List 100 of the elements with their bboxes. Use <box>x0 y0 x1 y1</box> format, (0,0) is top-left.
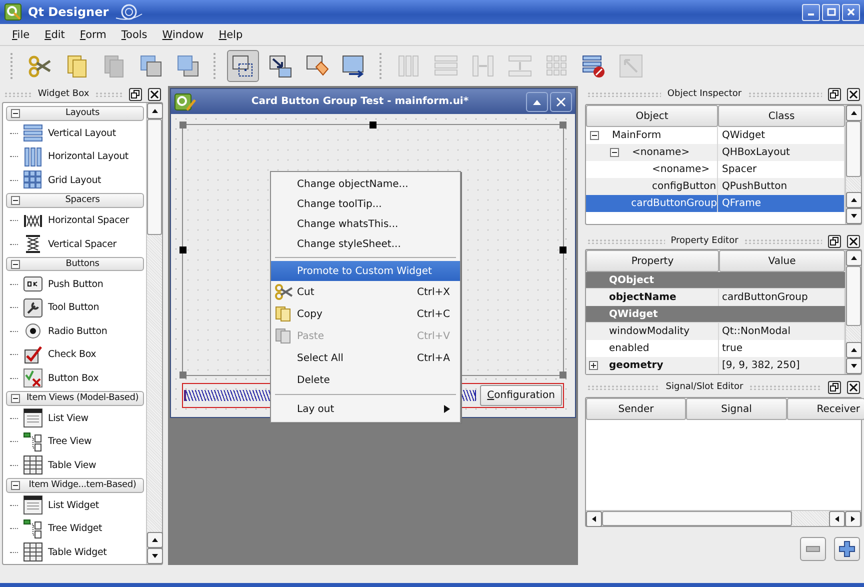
scroll-up-button[interactable] <box>147 103 163 119</box>
close-button[interactable] <box>847 88 860 100</box>
resize-handle[interactable] <box>180 246 186 254</box>
menu-item[interactable]: Lay out <box>271 398 460 420</box>
menu-item[interactable]: Copy Ctrl+C <box>271 303 460 325</box>
vertical-scrollbar[interactable] <box>845 105 861 224</box>
widget-item[interactable]: Tree View <box>6 430 144 454</box>
scroll-right-button[interactable] <box>845 511 861 527</box>
scrollbar-thumb[interactable] <box>147 119 162 235</box>
menu-item[interactable]: Form <box>72 28 114 40</box>
menu-item[interactable]: Delete <box>271 369 460 391</box>
menu-item[interactable]: Promote to Custom Widget <box>271 261 460 281</box>
scroll-up-button[interactable] <box>846 192 862 208</box>
widget-item[interactable]: Tree Widget <box>6 517 144 541</box>
menu-item[interactable]: Change objectName... <box>271 174 460 194</box>
scrollbar-thumb[interactable] <box>846 266 861 326</box>
edit-widgets-button[interactable] <box>227 50 259 82</box>
column-header[interactable]: Property <box>586 250 719 272</box>
widget-item[interactable]: Radio Button <box>6 319 144 343</box>
menu-item[interactable]: Cut Ctrl+X <box>271 281 460 303</box>
scrollbar-thumb[interactable] <box>602 511 792 526</box>
vertical-scrollbar[interactable] <box>845 250 861 374</box>
float-button[interactable] <box>828 380 841 394</box>
menu-item[interactable]: Select All Ctrl+A <box>271 347 460 369</box>
property-row[interactable]: objectName cardButtonGroup <box>586 289 845 306</box>
close-button[interactable] <box>847 380 860 394</box>
add-button[interactable] <box>834 537 860 561</box>
scroll-left-button[interactable] <box>829 511 845 527</box>
resize-handle[interactable] <box>560 122 566 128</box>
minimize-button[interactable] <box>802 4 820 20</box>
resize-handle[interactable] <box>180 122 186 128</box>
table-icon <box>23 542 43 562</box>
expander-button[interactable] <box>610 148 619 157</box>
tree-row[interactable]: <noname> QHBoxLayout <box>586 144 845 161</box>
property-row[interactable]: geometry [9, 9, 382, 250] <box>586 357 845 374</box>
remove-button[interactable] <box>800 537 826 561</box>
shade-button[interactable] <box>526 92 548 112</box>
close-button[interactable] <box>847 234 860 248</box>
scroll-down-button[interactable] <box>147 548 163 564</box>
column-header[interactable]: Value <box>719 250 845 272</box>
scroll-left-button[interactable] <box>586 511 602 527</box>
scroll-up-button[interactable] <box>846 105 862 121</box>
horizontal-scrollbar[interactable] <box>586 510 861 526</box>
tree-row[interactable]: cardButtonGroup QFrame <box>586 195 845 212</box>
category-header[interactable]: Spacers <box>6 193 144 208</box>
category-header[interactable]: Item Widge...tem-Based) <box>6 478 144 493</box>
resize-handle[interactable] <box>370 122 376 128</box>
menu-item[interactable]: Help <box>212 28 251 40</box>
scroll-up-button[interactable] <box>846 250 862 266</box>
column-header[interactable]: Receiver <box>787 398 864 420</box>
stacked-squares-icon <box>138 53 164 79</box>
property-row[interactable]: windowModality Qt::NonModal <box>586 323 845 340</box>
resize-handle[interactable] <box>560 372 566 378</box>
close-button[interactable] <box>550 92 572 112</box>
tree-row[interactable]: configButton QPushButton <box>586 178 845 195</box>
category-header[interactable]: Item Views (Model-Based) <box>6 390 144 406</box>
menu-item[interactable]: Change whatsThis... <box>271 214 460 234</box>
scroll-down-button[interactable] <box>846 358 862 374</box>
resize-handle[interactable] <box>180 372 186 378</box>
column-header[interactable]: Sender <box>586 398 686 420</box>
scrollbar-thumb[interactable] <box>846 121 861 177</box>
expander-button[interactable] <box>590 131 599 140</box>
float-button[interactable] <box>129 88 142 100</box>
menu-item[interactable]: Change toolTip... <box>271 194 460 214</box>
float-button[interactable] <box>828 88 841 100</box>
left-arrow-icon <box>590 515 598 523</box>
menu-item[interactable]: Tools <box>114 28 156 40</box>
widget-item[interactable]: Grid Layout <box>6 168 144 192</box>
category-header[interactable]: Buttons <box>6 256 144 272</box>
widget-item[interactable]: Table View <box>6 453 144 477</box>
float-button[interactable] <box>828 234 841 248</box>
close-button[interactable] <box>148 88 162 100</box>
scroll-up-button[interactable] <box>147 532 163 548</box>
widget-item[interactable]: Table Widget <box>6 540 144 564</box>
column-header[interactable]: Class <box>718 105 845 127</box>
widget-item[interactable]: Check Box <box>6 342 144 366</box>
vertical-scrollbar[interactable] <box>146 103 162 564</box>
menu-item[interactable]: File <box>5 28 38 40</box>
scroll-down-button[interactable] <box>846 208 862 224</box>
scroll-up-button[interactable] <box>846 342 862 358</box>
configuration-button[interactable]: Configuration <box>480 385 562 406</box>
widget-item[interactable]: Vertical Spacer <box>6 232 144 256</box>
column-header[interactable]: Object <box>586 105 718 127</box>
maximize-button[interactable] <box>822 4 840 20</box>
widget-item[interactable]: Push Button <box>6 272 144 296</box>
menu-item[interactable]: Window <box>155 28 212 40</box>
category-header[interactable]: Layouts <box>6 106 144 121</box>
resize-handle[interactable] <box>560 246 566 254</box>
minus-icon <box>806 546 820 552</box>
expander-button[interactable] <box>589 361 598 370</box>
menu-item[interactable]: Change styleSheet... <box>271 234 460 254</box>
menu-item[interactable]: Edit <box>38 28 73 40</box>
widget-item[interactable]: List Widget <box>6 494 144 518</box>
column-header[interactable]: Signal <box>686 398 787 420</box>
widget-item[interactable]: Vertical Layout <box>6 122 144 146</box>
widget-item[interactable]: Horizontal Layout <box>6 145 144 169</box>
widget-item[interactable]: Button Box <box>6 366 144 390</box>
widget-item[interactable]: Horizontal Spacer <box>6 208 144 232</box>
widget-item[interactable]: Tool Button <box>6 296 144 320</box>
widget-item[interactable]: List View <box>6 406 144 430</box>
